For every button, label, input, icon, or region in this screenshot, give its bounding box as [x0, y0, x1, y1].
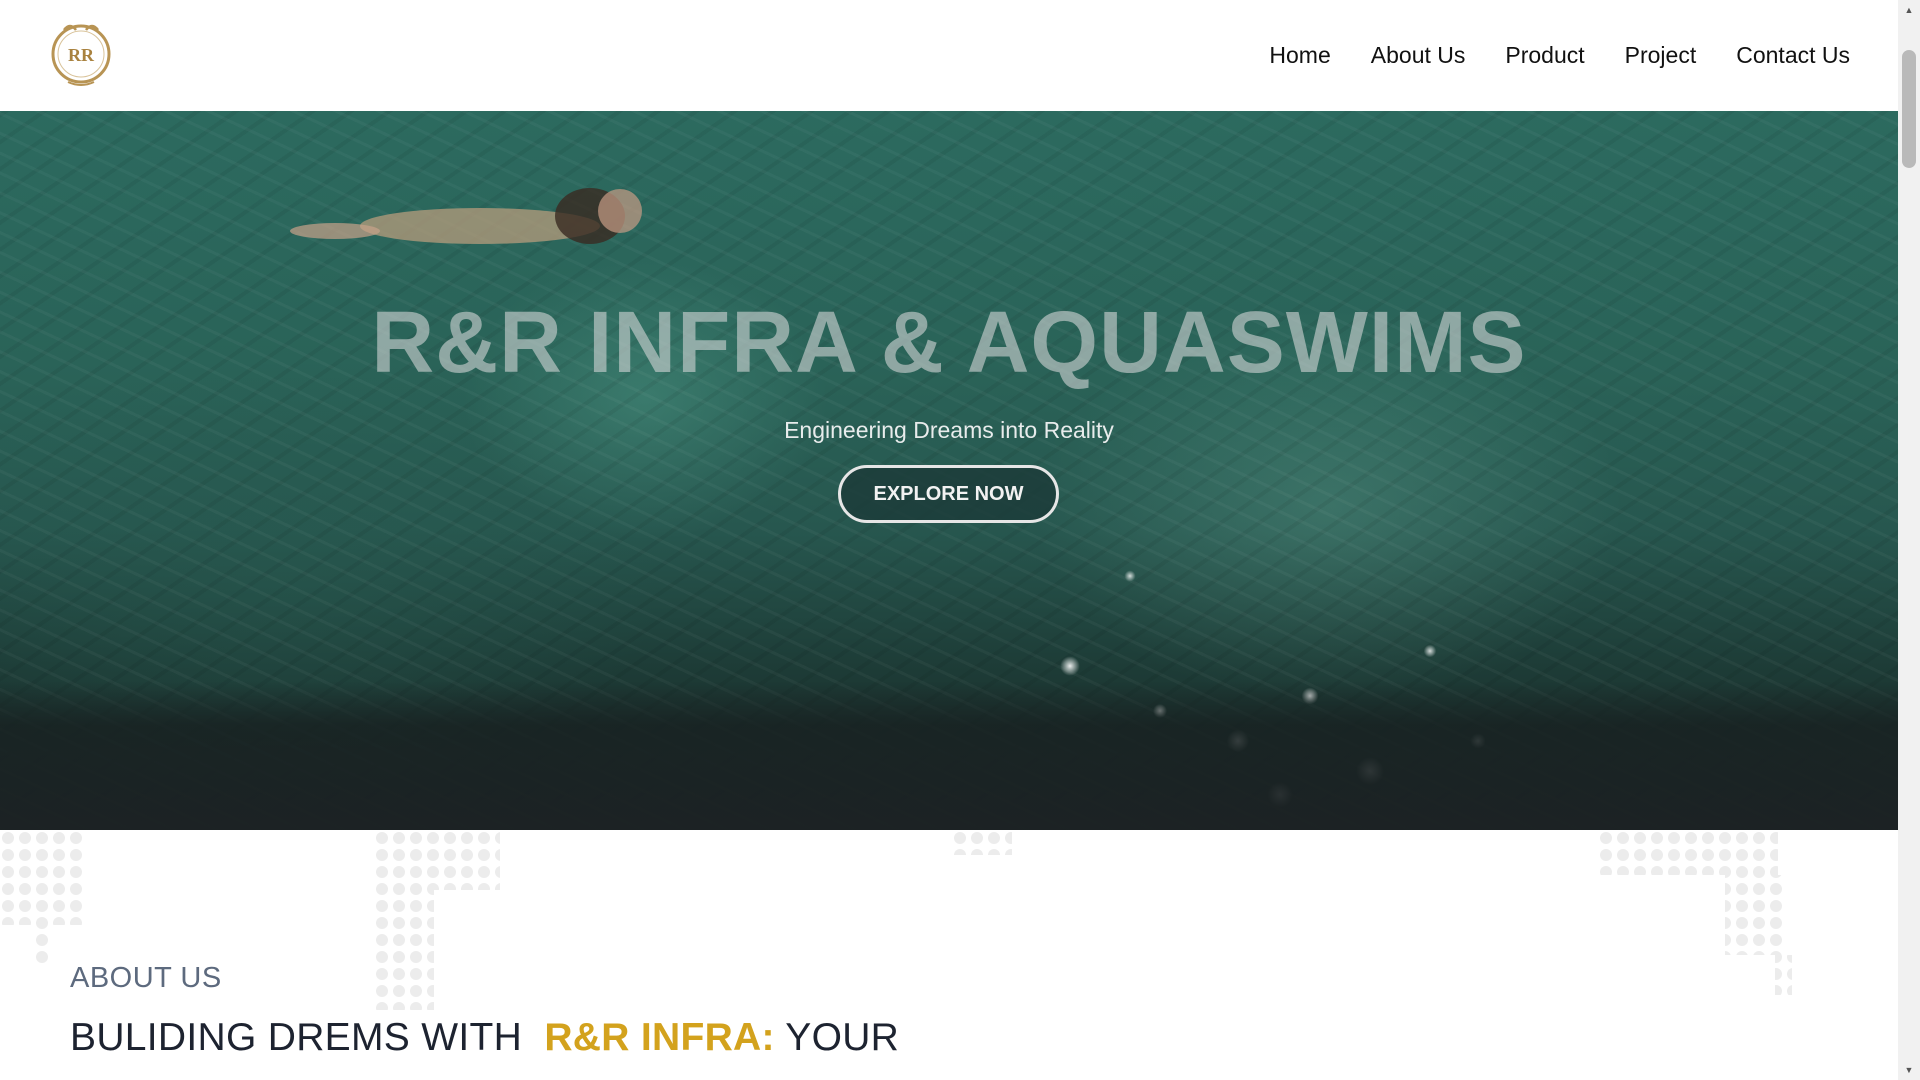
about-section: ABOUT US BULIDING DREMS WITH R&R INFRA: …	[0, 830, 1898, 1080]
hero-banner: R&R INFRA & AQUASWIMS Engineering Dreams…	[0, 111, 1898, 830]
hero-subtitle: Engineering Dreams into Reality	[784, 417, 1114, 443]
nav-project[interactable]: Project	[1625, 42, 1697, 69]
about-heading: BULIDING DREMS WITH R&R INFRA: YOUR	[70, 1016, 899, 1060]
swimmer-image	[290, 188, 642, 244]
heading-highlight: R&R INFRA:	[544, 1016, 775, 1059]
nav-about-us[interactable]: About Us	[1371, 42, 1466, 69]
pool-edge	[0, 681, 1898, 830]
about-label: ABOUT US	[70, 962, 222, 994]
hero-title: R&R INFRA & AQUASWIMS	[371, 294, 1527, 391]
svg-text:RR: RR	[68, 45, 95, 65]
page-scrollbar[interactable]: ▲ ▼	[1898, 0, 1920, 1080]
nav-home[interactable]: Home	[1269, 42, 1330, 69]
explore-now-button[interactable]: EXPLORE NOW	[838, 465, 1059, 523]
nav-contact-us[interactable]: Contact Us	[1736, 42, 1850, 69]
rr-logo-icon[interactable]: RR	[46, 16, 116, 90]
heading-text-1: BULIDING DREMS WITH	[70, 1016, 523, 1059]
scrollbar-thumb[interactable]	[1902, 50, 1916, 168]
nav-product[interactable]: Product	[1505, 42, 1584, 69]
chevron-down-icon[interactable]: ▼	[1898, 1060, 1920, 1080]
chevron-up-icon[interactable]: ▲	[1898, 0, 1920, 20]
site-header: RR Home About Us Product Project Contact…	[0, 0, 1898, 111]
main-nav: Home About Us Product Project Contact Us	[1269, 0, 1850, 111]
heading-text-2: YOUR	[785, 1016, 900, 1059]
